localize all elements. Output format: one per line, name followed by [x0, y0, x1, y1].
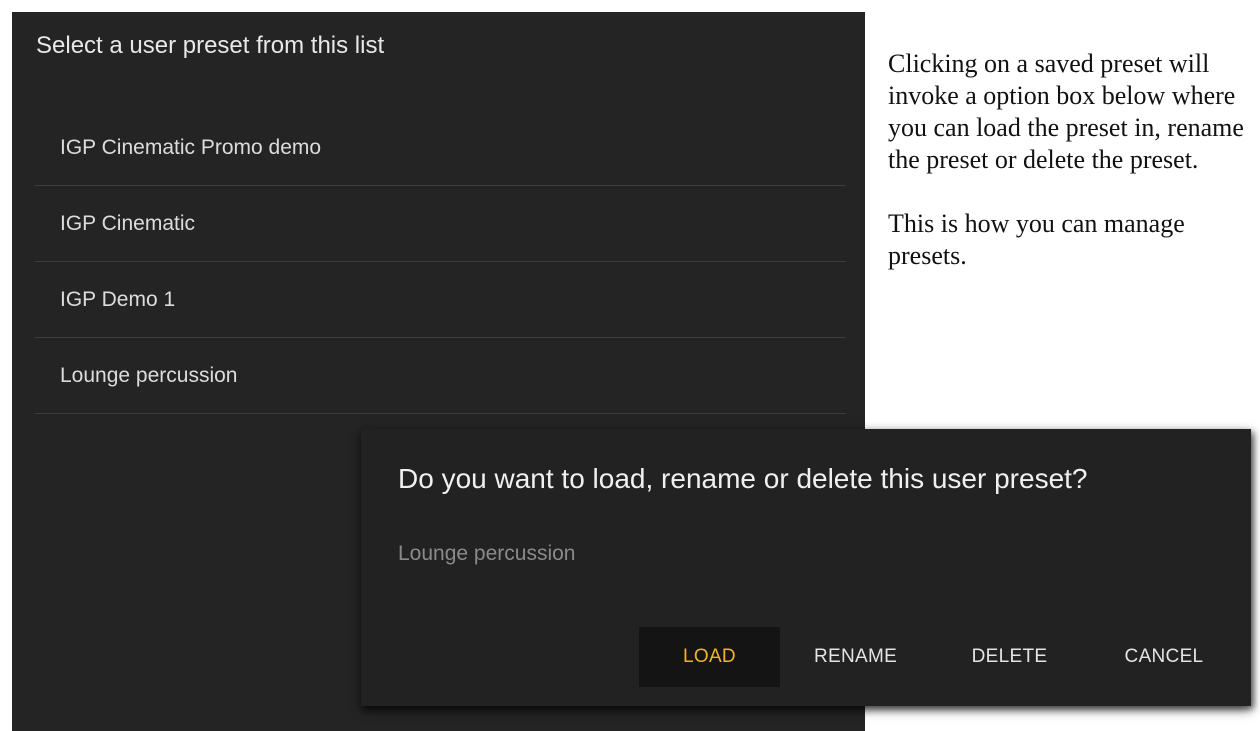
help-text: Clicking on a saved preset will invoke a…	[888, 48, 1260, 304]
list-item[interactable]: Lounge percussion	[35, 338, 846, 414]
panel-title: Select a user preset from this list	[36, 32, 385, 59]
cancel-button[interactable]: CANCEL	[1088, 627, 1240, 687]
list-item[interactable]: IGP Cinematic	[35, 186, 846, 262]
help-paragraph: This is how you can manage presets.	[888, 209, 1185, 270]
preset-action-dialog: Do you want to load, rename or delete th…	[361, 429, 1251, 706]
preset-label: Lounge percussion	[60, 363, 238, 387]
preset-label: IGP Cinematic	[60, 211, 195, 235]
selected-preset-name: Lounge percussion	[398, 542, 576, 565]
delete-button[interactable]: DELETE	[931, 627, 1088, 687]
dialog-title: Do you want to load, rename or delete th…	[398, 463, 1088, 494]
preset-label: IGP Demo 1	[60, 287, 176, 311]
list-item[interactable]: IGP Cinematic Promo demo	[35, 110, 846, 186]
list-item[interactable]: IGP Demo 1	[35, 262, 846, 338]
help-paragraph: Clicking on a saved preset will invoke a…	[888, 49, 1244, 174]
preset-list: IGP Cinematic Promo demo IGP Cinematic I…	[35, 110, 846, 414]
load-button[interactable]: LOAD	[639, 627, 780, 687]
rename-button[interactable]: RENAME	[780, 627, 931, 687]
dialog-actions: LOAD RENAME DELETE CANCEL	[639, 627, 1240, 687]
preset-label: IGP Cinematic Promo demo	[60, 135, 322, 159]
